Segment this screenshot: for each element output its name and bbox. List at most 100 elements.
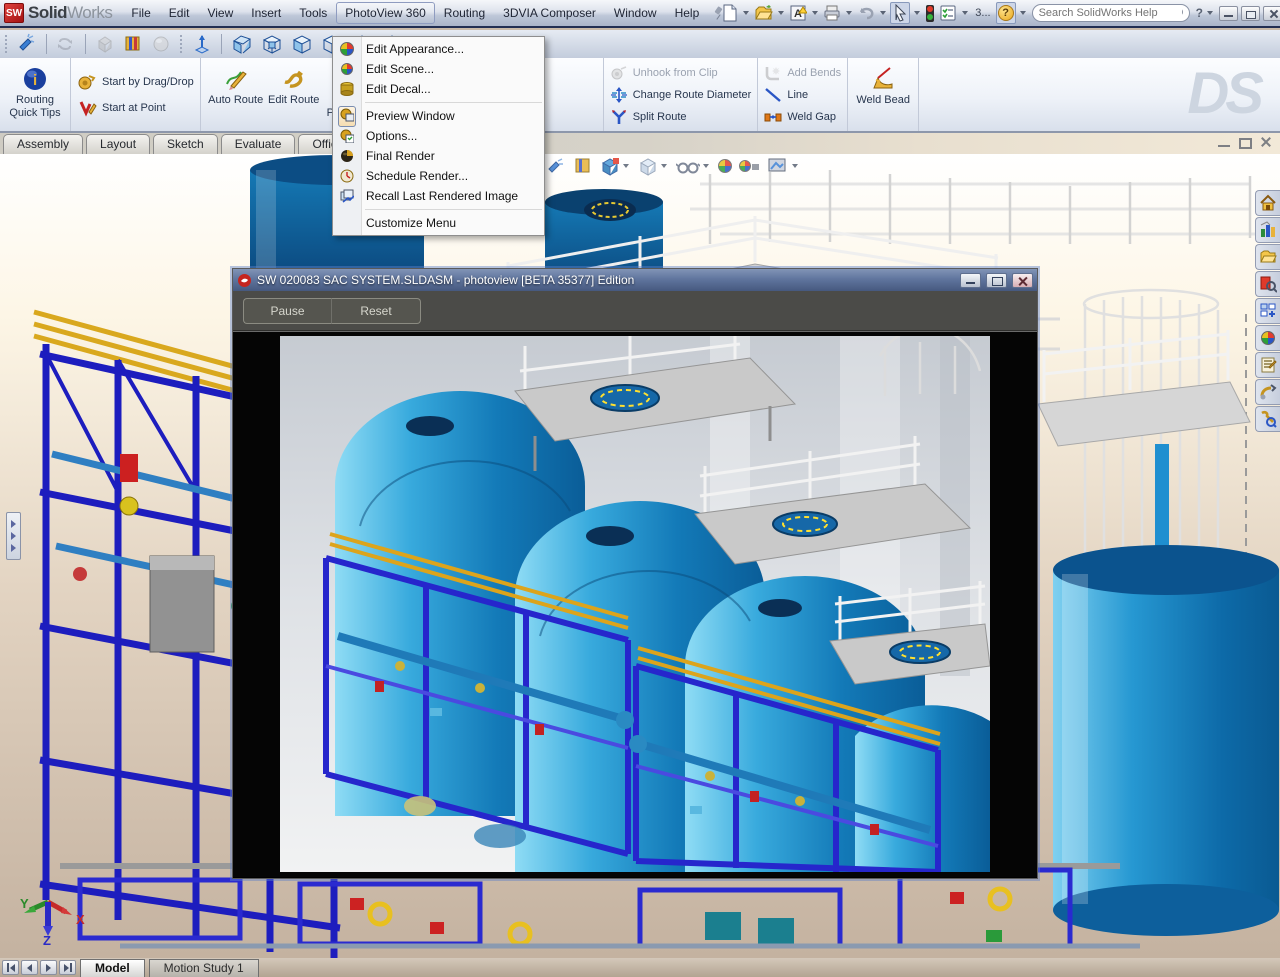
search-input[interactable] <box>1039 7 1181 19</box>
view-orientation-back-icon[interactable] <box>260 33 284 55</box>
menu-help[interactable]: Help <box>666 2 709 24</box>
options-checklist-icon[interactable] <box>938 2 958 24</box>
file-explorer-button[interactable] <box>1255 244 1280 270</box>
search-icon[interactable] <box>1181 6 1183 21</box>
reset-button[interactable]: Reset <box>332 298 421 324</box>
preview-minimize-button[interactable] <box>960 273 981 288</box>
search-button[interactable] <box>1255 271 1280 297</box>
next-tab-button[interactable] <box>40 960 57 975</box>
menu-item-schedule-render[interactable]: Schedule Render... <box>333 166 544 186</box>
add-bends-button[interactable]: Add Bends <box>764 65 841 81</box>
options-dropdown-caret[interactable] <box>962 11 968 15</box>
tab-assembly[interactable]: Assembly <box>3 134 83 154</box>
whats-new-caret[interactable] <box>1207 11 1213 15</box>
routing-library-button[interactable] <box>1255 379 1280 405</box>
menu-routing[interactable]: Routing <box>435 2 494 24</box>
zoom-to-area-icon[interactable] <box>573 156 593 176</box>
menu-item-customize-menu[interactable]: Customize Menu <box>333 213 544 233</box>
change-route-diameter-button[interactable]: Change Route Diameter <box>610 87 752 103</box>
menu-item-edit-scene[interactable]: Edit Scene... <box>333 59 544 79</box>
edit-route-button[interactable]: Edit Route <box>265 60 323 129</box>
preview-close-button[interactable] <box>1012 273 1033 288</box>
tab-layout[interactable]: Layout <box>86 134 150 154</box>
menu-window[interactable]: Window <box>605 2 666 24</box>
menu-view[interactable]: View <box>198 2 242 24</box>
apply-scene-icon[interactable] <box>739 160 760 172</box>
drawing-dropdown-caret[interactable] <box>812 11 818 15</box>
view-orientation-left-icon[interactable] <box>290 33 314 55</box>
start-by-dragdrop-button[interactable]: Start by Drag/Drop <box>77 72 194 92</box>
undo-dropdown-caret[interactable] <box>880 11 886 15</box>
toolbar-overflow-label[interactable]: 3... <box>972 7 993 19</box>
menu-3dvia-composer[interactable]: 3DVIA Composer <box>494 2 605 24</box>
make-drawing-icon[interactable]: A <box>788 2 808 24</box>
minimize-button[interactable] <box>1219 6 1238 21</box>
help-icon[interactable]: ? <box>996 2 1016 24</box>
rebuild-traffic-light-icon[interactable] <box>924 2 936 24</box>
toolbar-grip[interactable] <box>4 34 9 54</box>
menu-item-edit-appearance[interactable]: Edit Appearance... <box>333 39 544 59</box>
featuremanager-flyout-tab[interactable] <box>6 512 21 560</box>
tab-motion-study-1[interactable]: Motion Study 1 <box>149 959 259 977</box>
appearances-scenes-button[interactable] <box>1255 325 1280 351</box>
auto-route-button[interactable]: Auto Route <box>207 60 265 129</box>
edit-appearance-icon[interactable] <box>718 159 732 173</box>
select-cursor-icon[interactable] <box>890 2 910 24</box>
view-orientation-icon[interactable] <box>638 156 669 176</box>
tab-sketch[interactable]: Sketch <box>153 134 218 154</box>
last-tab-button[interactable] <box>59 960 76 975</box>
undo-icon[interactable] <box>856 2 876 24</box>
zoom-to-fit-icon[interactable] <box>546 156 566 176</box>
custom-properties-button[interactable] <box>1255 352 1280 378</box>
menu-edit[interactable]: Edit <box>160 2 199 24</box>
split-route-button[interactable]: Split Route <box>610 109 752 125</box>
menu-item-options[interactable]: Options... <box>333 126 544 146</box>
menu-item-recall-render[interactable]: Recall Last Rendered Image <box>333 186 544 206</box>
swap-arrows-icon[interactable] <box>55 33 77 55</box>
first-tab-button[interactable] <box>2 960 19 975</box>
print-dropdown-caret[interactable] <box>846 11 852 15</box>
solidworks-resources-button[interactable] <box>1255 190 1280 216</box>
start-at-point-button[interactable]: Start at Point <box>77 98 194 118</box>
sphere-icon[interactable] <box>150 33 172 55</box>
close-button[interactable] <box>1263 6 1280 21</box>
tab-evaluate[interactable]: Evaluate <box>221 134 296 154</box>
document-restore-button[interactable] <box>1237 136 1253 149</box>
line-button[interactable]: Line <box>764 87 841 103</box>
preview-titlebar[interactable]: SW 020083 SAC SYSTEM.SLDASM - photoview … <box>233 269 1037 291</box>
menu-insert[interactable]: Insert <box>242 2 290 24</box>
document-close-button[interactable] <box>1258 136 1274 149</box>
preview-restore-button[interactable] <box>986 273 1007 288</box>
previous-tab-button[interactable] <box>21 960 38 975</box>
view-settings-icon[interactable] <box>767 156 800 176</box>
print-icon[interactable] <box>822 2 842 24</box>
menu-photoview-360[interactable]: PhotoView 360 <box>336 2 435 24</box>
menu-item-preview-window[interactable]: Preview Window <box>333 106 544 126</box>
document-minimize-button[interactable] <box>1216 136 1232 149</box>
menu-item-edit-decal[interactable]: Edit Decal... <box>333 79 544 99</box>
view-palette-button[interactable] <box>1255 298 1280 324</box>
unhook-from-clip-button[interactable]: Unhook from Clip <box>610 65 752 81</box>
menu-tools[interactable]: Tools <box>290 2 336 24</box>
zoom-flashlight-icon[interactable] <box>16 33 38 55</box>
help-dropdown-caret[interactable] <box>1020 11 1026 15</box>
view-orientation-front-icon[interactable] <box>230 33 254 55</box>
new-document-icon[interactable] <box>720 2 739 24</box>
restore-button[interactable] <box>1241 6 1260 21</box>
weld-gap-button[interactable]: Weld Gap <box>764 109 841 125</box>
toolbar-grip[interactable] <box>179 34 184 54</box>
reference-axis-icon[interactable] <box>191 33 213 55</box>
display-style-glasses-icon[interactable] <box>676 156 711 176</box>
design-library-button[interactable] <box>1255 217 1280 243</box>
open-icon[interactable] <box>753 2 774 24</box>
select-dropdown-caret[interactable] <box>914 11 920 15</box>
measure-box-icon[interactable] <box>122 33 144 55</box>
tab-model[interactable]: Model <box>80 959 145 977</box>
open-dropdown-caret[interactable] <box>778 11 784 15</box>
whats-new-help-icon[interactable]: ? <box>1194 6 1205 20</box>
menu-item-final-render[interactable]: Final Render <box>333 146 544 166</box>
new-dropdown-caret[interactable] <box>743 11 749 15</box>
routing-tools-button[interactable] <box>1255 406 1280 432</box>
shaded-cube-icon[interactable] <box>94 33 116 55</box>
pause-button[interactable]: Pause <box>243 298 332 324</box>
